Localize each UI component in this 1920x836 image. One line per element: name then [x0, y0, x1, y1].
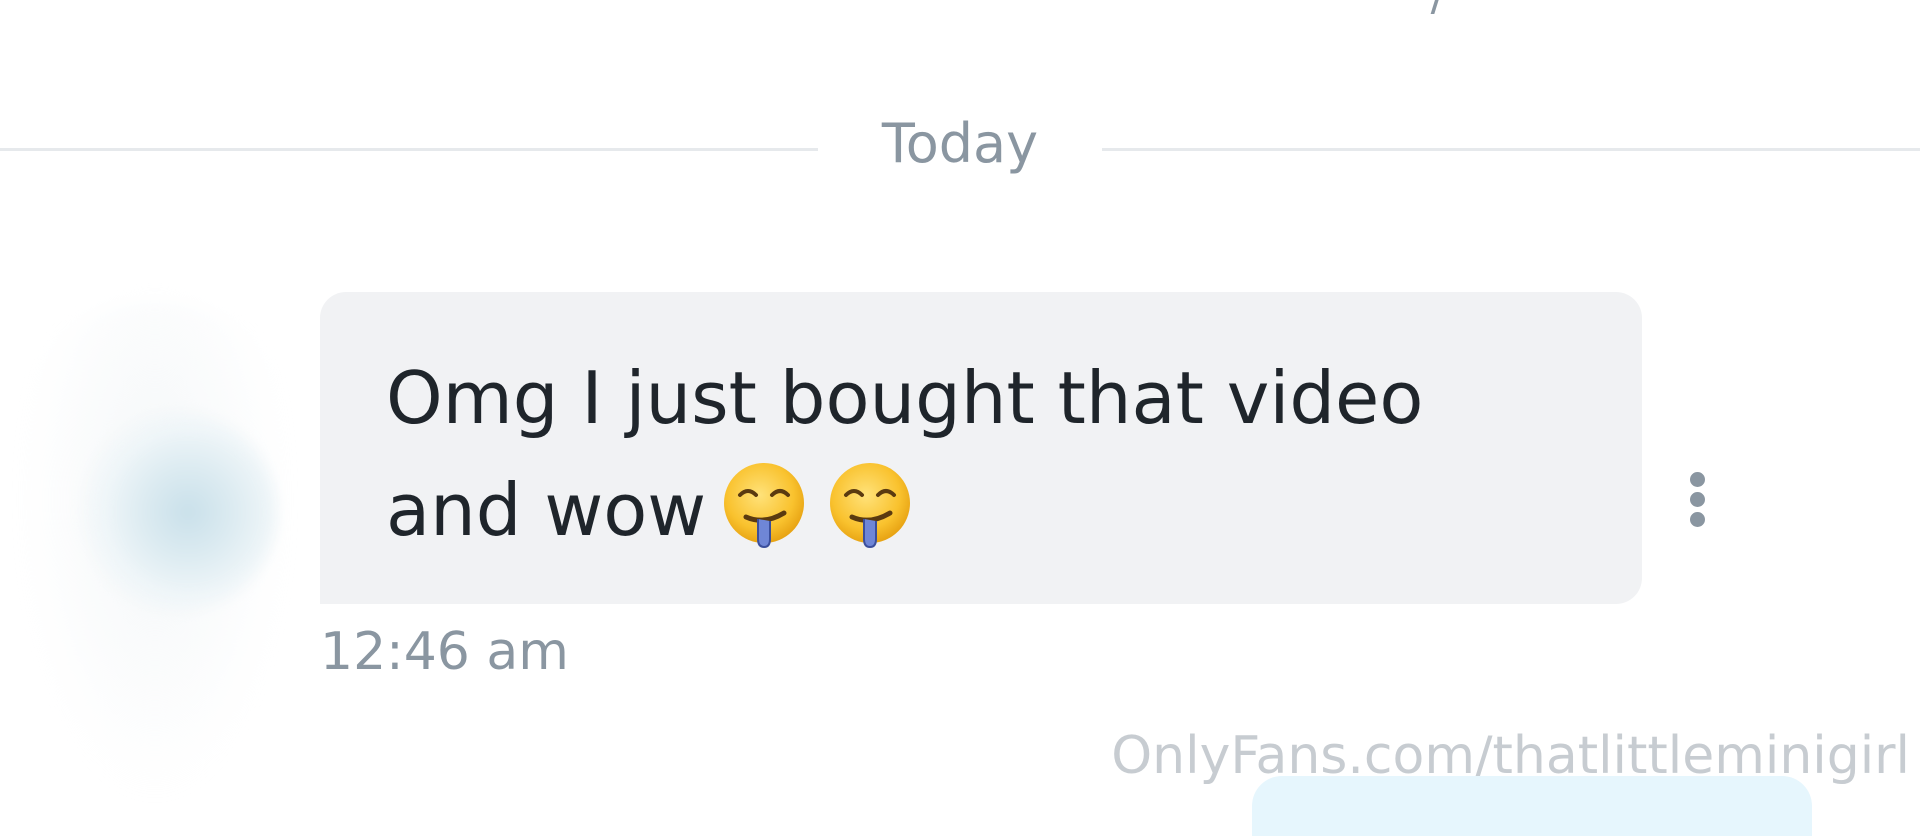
message-line-1: Omg I just bought that video	[386, 356, 1424, 440]
top-partial-glyph: '	[1310, 0, 1322, 14]
more-dot-icon	[1690, 492, 1705, 507]
divider-line-right	[1102, 148, 1920, 151]
sender-avatar[interactable]	[78, 412, 278, 612]
divider-line-left	[0, 148, 818, 151]
more-dot-icon	[1690, 512, 1705, 527]
top-partial-text: ' ' /	[1160, 0, 1460, 14]
message-bubble[interactable]: Omg I just bought that video and wow	[320, 292, 1642, 604]
top-partial-glyph: /	[1430, 0, 1445, 14]
drooling-face-emoji-icon	[830, 463, 911, 549]
message-text: Omg I just bought that video and wow	[386, 342, 1582, 566]
next-message-bubble[interactable]	[1252, 776, 1812, 836]
drooling-face-emoji-icon	[724, 463, 805, 549]
message-more-options-button[interactable]	[1676, 468, 1722, 532]
top-action-icon[interactable]	[1718, 0, 1766, 14]
message-line-2: and wow	[386, 468, 707, 552]
message-timestamp: 12:46 am	[320, 622, 569, 682]
more-dot-icon	[1690, 472, 1705, 487]
top-partial-glyph: '	[1200, 0, 1212, 14]
date-divider-label: Today	[881, 112, 1039, 175]
date-divider: Today	[0, 114, 1920, 174]
